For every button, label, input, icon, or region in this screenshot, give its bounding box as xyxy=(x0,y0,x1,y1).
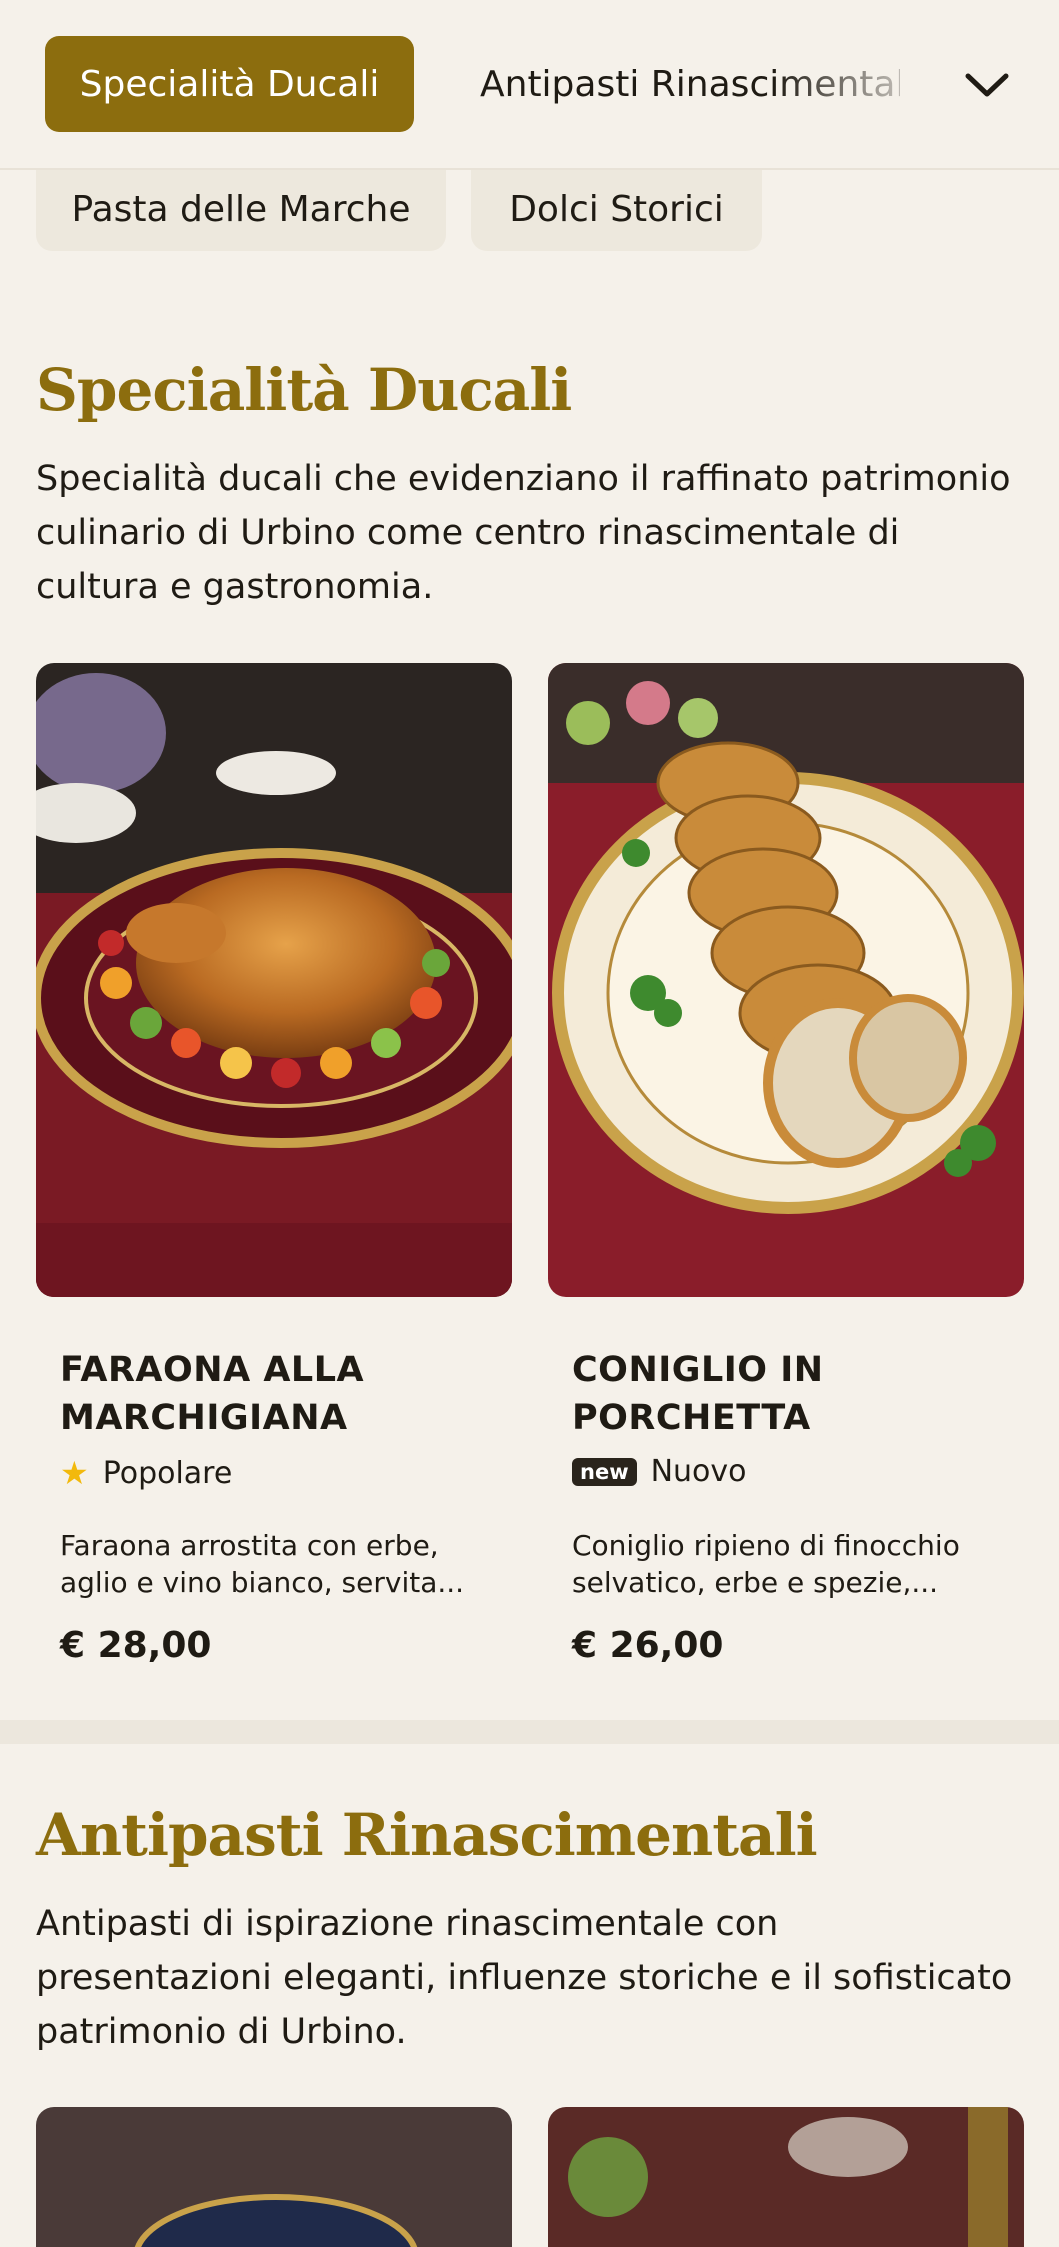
section-description: Antipasti di ispirazione rinascimentale … xyxy=(36,1904,1013,2052)
popular-tag: ★ Popolare xyxy=(60,1454,232,1492)
tag-label: Popolare xyxy=(102,1455,233,1491)
dish-name[interactable]: CONIGLIO IN PORCHETTA xyxy=(572,1346,992,1442)
dish-image-faraona[interactable] xyxy=(36,663,512,1297)
tab-specialita-ducali[interactable]: Specialità Ducali xyxy=(45,36,414,132)
tab-pasta-delle-marche[interactable]: Pasta delle Marche xyxy=(36,168,446,251)
dish-image[interactable] xyxy=(548,2107,1024,2247)
dish-price: € 28,00 xyxy=(60,1625,212,1666)
category-nav: Specialità Ducali Antipasti Rinascimenta… xyxy=(0,0,1059,170)
tag-label: Nuovo xyxy=(650,1454,747,1489)
star-icon: ★ xyxy=(60,1454,89,1492)
tab-antipasti-rinascimentali[interactable]: Antipasti Rinascimentali xyxy=(480,36,900,132)
tab-dolci-storici[interactable]: Dolci Storici xyxy=(471,168,762,251)
dish-price: € 26,00 xyxy=(572,1625,724,1666)
new-badge: new xyxy=(572,1457,637,1486)
new-tag: new Nuovo xyxy=(572,1454,747,1489)
chevron-down-icon[interactable] xyxy=(962,60,1012,110)
section-title: Antipasti Rinascimentali xyxy=(36,1801,818,1869)
section-title: Specialità Ducali xyxy=(36,356,572,424)
dish-image[interactable] xyxy=(36,2107,512,2247)
dish-image-coniglio[interactable] xyxy=(548,663,1024,1297)
dish-description: Faraona arrostita con erbe, aglio e vino… xyxy=(60,1529,465,1599)
section-divider xyxy=(0,1720,1059,1744)
dish-description: Coniglio ripieno di finocchio selvatico,… xyxy=(572,1529,960,1599)
section-description: Specialità ducali che evidenziano il raf… xyxy=(36,459,1011,607)
dish-name[interactable]: FARAONA ALLA MARCHIGIANA xyxy=(60,1346,480,1442)
